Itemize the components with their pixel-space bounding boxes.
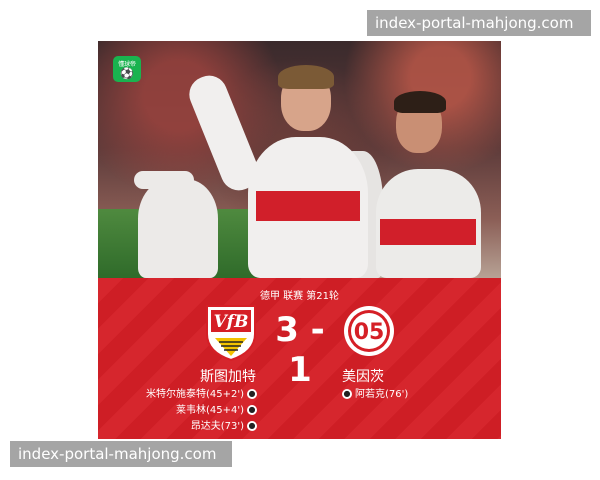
home-scorer-label: 莱韦林(45+4') (175, 405, 244, 416)
goal-ball-icon: ● (247, 405, 257, 415)
away-team-name: 美因茨 (342, 369, 384, 385)
home-crest-text: VfB (214, 312, 249, 332)
soccer-ball-icon: ⚽ (120, 67, 134, 80)
watermark-bottom: index-portal-mahjong.com (10, 441, 232, 467)
league-round: 德甲 联赛 第21轮 (259, 291, 340, 302)
away-crest-icon: 05 (344, 306, 394, 356)
home-scorer: 昂达夫(73') ● (146, 419, 257, 435)
home-team-name: 斯图加特 (200, 369, 256, 385)
goal-ball-icon: ● (342, 389, 352, 399)
match-photo: 懂球帝 ⚽ (98, 41, 501, 278)
home-scorer: 米特尔施泰特(45+2') ● (146, 387, 257, 403)
home-scorers: 米特尔施泰特(45+2') ● 莱韦林(45+4') ● 昂达夫(73') ● (146, 387, 257, 435)
goal-ball-icon: ● (247, 389, 257, 399)
home-crest-icon: VfB (206, 305, 256, 362)
player-left-arm (134, 171, 194, 189)
away-scorer: ● 阿若克(76') (342, 387, 408, 403)
player-right-hair (394, 91, 446, 113)
away-scorers: ● 阿若克(76') (342, 387, 408, 403)
player-left (138, 179, 218, 278)
home-scorer: 莱韦林(45+4') ● (146, 403, 257, 419)
score-panel: 德甲 联赛 第21轮 VfB 3 - 1 05 斯图加特 美因茨 米特尔施泰特(… (98, 278, 501, 439)
final-score: 3 - 1 (275, 310, 325, 390)
away-crest-text: 05 (354, 320, 385, 345)
player-right-stripe (380, 219, 476, 245)
away-scorer-label: 阿若克(76') (355, 389, 409, 400)
player-center-stripe (256, 191, 360, 221)
app-badge: 懂球帝 ⚽ (113, 56, 141, 82)
watermark-top: index-portal-mahjong.com (367, 10, 591, 36)
match-card: 懂球帝 ⚽ 德甲 联赛 第21轮 VfB 3 - 1 05 斯图加特 美因茨 米… (98, 41, 501, 439)
player-center-hair (278, 65, 334, 89)
home-scorer-label: 米特尔施泰特(45+2') (145, 389, 244, 400)
home-scorer-label: 昂达夫(73') (190, 421, 244, 432)
goal-ball-icon: ● (247, 421, 257, 431)
